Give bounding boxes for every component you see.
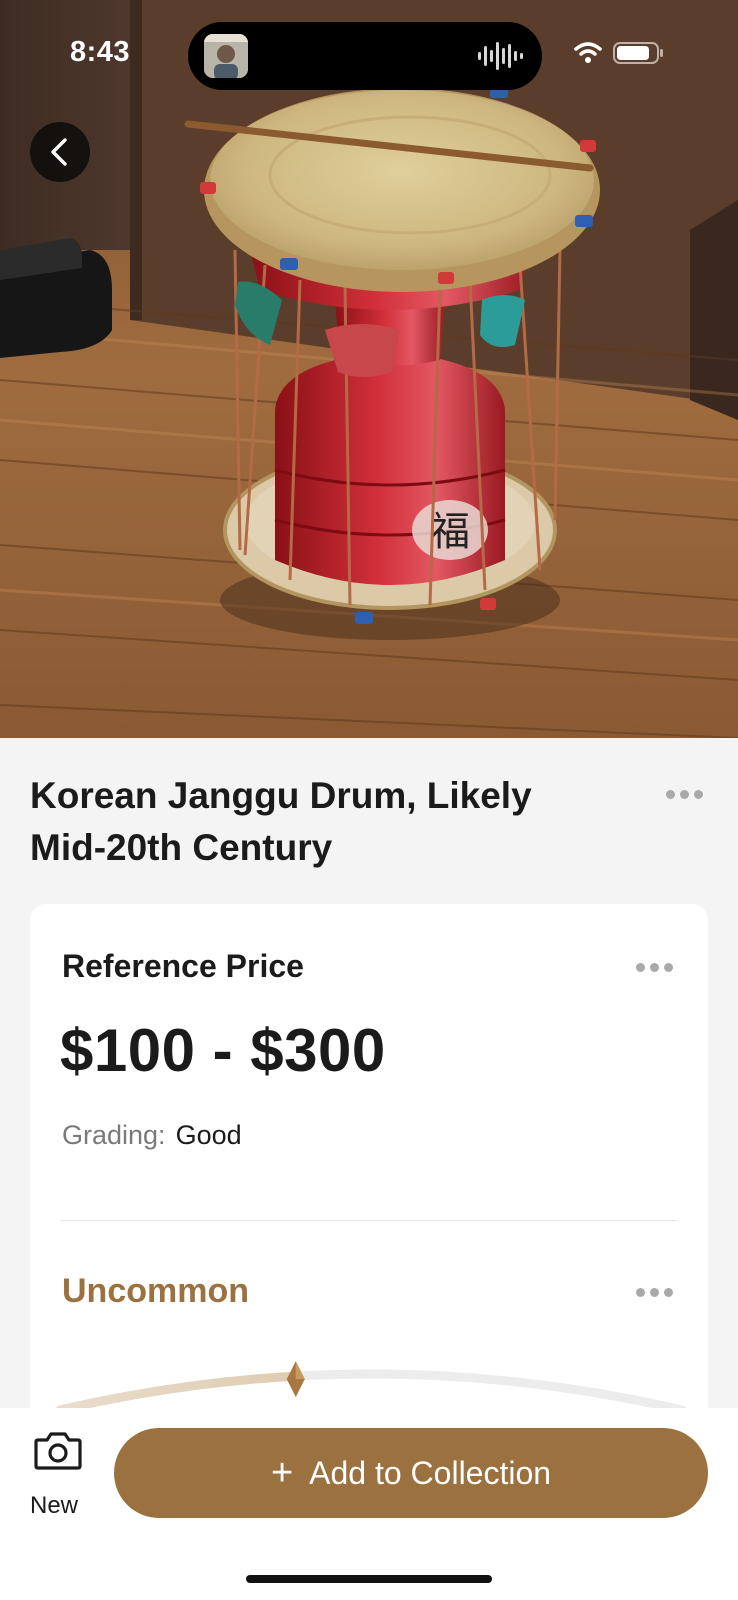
item-photo: 福 8:43 [0,0,738,738]
rarity-marker-icon [286,1361,305,1398]
now-playing-thumbnail [204,34,248,78]
new-scan-button[interactable]: New [28,1428,88,1528]
drum-photo: 福 [0,0,738,738]
price-more-button[interactable] [636,963,673,972]
ellipsis-icon [636,963,645,972]
valuation-card: Reference Price $100 - $300 Grading: Good… [30,904,708,1464]
ellipsis-icon [636,1288,645,1297]
rarity-meter [56,1361,686,1414]
price-range: $100 - $300 [60,1017,386,1084]
home-indicator[interactable] [246,1575,492,1583]
item-title: Korean Janggu Drum, Likely Mid-20th Cent… [30,775,532,868]
grading-row: Grading: Good [62,1120,242,1151]
grading-label: Grading: [62,1120,166,1150]
title-more-button[interactable] [666,790,703,799]
grading-value: Good [175,1120,242,1150]
new-label: New [30,1492,79,1519]
audio-waveform-icon [478,42,523,70]
chevron-left-icon [51,138,67,166]
ellipsis-icon [666,790,675,799]
battery-icon [613,42,663,64]
rarity-label: Uncommon [62,1272,249,1310]
dynamic-island[interactable] [188,22,542,90]
divider [60,1220,678,1221]
camera-icon [34,1432,82,1470]
svg-text:福: 福 [430,509,470,555]
plus-icon: + [270,1452,294,1494]
add-to-collection-button[interactable]: + Add to Collection [114,1428,708,1518]
bottom-action-bar: New + Add to Collection [0,1408,738,1600]
status-time: 8:43 [70,36,131,68]
wifi-icon [574,42,602,63]
rarity-more-button[interactable] [636,1288,673,1297]
reference-price-label: Reference Price [62,948,304,984]
status-icons [574,42,663,64]
add-to-collection-label: Add to Collection [309,1454,552,1491]
back-button[interactable] [30,122,90,182]
